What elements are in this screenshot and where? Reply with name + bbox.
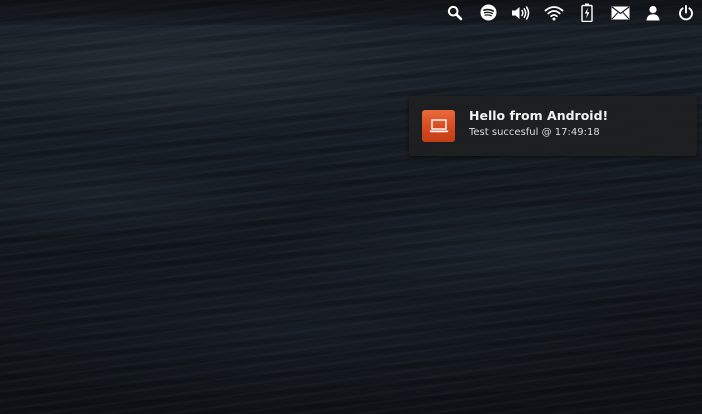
power-icon[interactable] xyxy=(676,3,696,23)
search-icon[interactable] xyxy=(445,3,465,23)
system-tray xyxy=(432,0,696,25)
desktop-wallpaper: Hello from Android! Test succesful @ 17:… xyxy=(0,0,702,414)
wifi-icon[interactable] xyxy=(544,3,564,23)
laptop-icon xyxy=(422,110,455,142)
volume-icon[interactable] xyxy=(511,3,531,23)
mail-icon[interactable] xyxy=(610,3,630,23)
user-icon[interactable] xyxy=(643,3,663,23)
spotify-icon[interactable] xyxy=(478,3,498,23)
battery-icon[interactable] xyxy=(577,3,597,23)
notification-bubble[interactable]: Hello from Android! Test succesful @ 17:… xyxy=(409,96,697,156)
notification-title: Hello from Android! xyxy=(469,108,609,123)
top-panel xyxy=(0,0,702,25)
notification-body: Test succesful @ 17:49:18 xyxy=(469,127,600,138)
